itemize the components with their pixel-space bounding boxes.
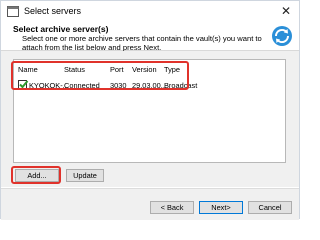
select-servers-dialog: Select servers ✕ Select archive server(s… [0,0,300,220]
page-title: Select archive server(s) [13,24,109,34]
update-button[interactable]: Update [66,169,104,182]
window-title: Select servers [24,6,82,16]
window-icon [7,6,19,17]
page-description: Select one or more archive servers that … [22,34,262,52]
wizard-header: Select archive server(s) Select one or m… [1,23,299,52]
next-button[interactable]: Next> [199,201,243,214]
wizard-footer: < Back Next> Cancel [1,188,299,220]
wizard-logo-icon [272,26,292,46]
title-bar: Select servers ✕ [1,1,299,23]
cancel-button[interactable]: Cancel [248,201,292,214]
highlight-annotation-add [11,166,61,184]
back-button[interactable]: < Back [150,201,194,214]
highlight-annotation-list [11,61,189,90]
close-icon[interactable]: ✕ [279,4,293,18]
